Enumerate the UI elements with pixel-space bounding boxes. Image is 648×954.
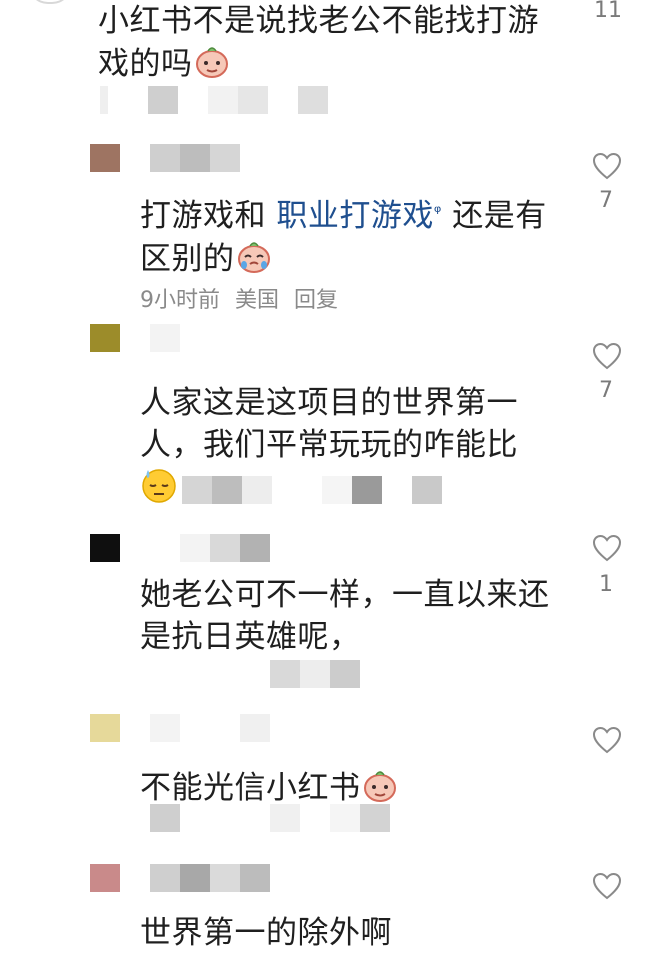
search-link[interactable]: 职业打游戏 bbox=[276, 198, 434, 234]
like-count: 7 bbox=[599, 188, 613, 213]
heart-outline-icon bbox=[592, 342, 622, 370]
heart-outline-icon bbox=[592, 872, 622, 900]
blurred-meta bbox=[270, 660, 360, 688]
avatar[interactable] bbox=[90, 714, 120, 742]
like-count: 1 bbox=[599, 572, 613, 597]
comment-text: 她老公可不一样，一直以来还是抗日英雄呢， bbox=[140, 574, 560, 658]
peach-face-emoji-icon bbox=[235, 237, 273, 275]
avatar[interactable] bbox=[90, 144, 120, 172]
comment-text: 不能光信小红书 bbox=[140, 766, 560, 809]
comment-text-content: 世界第一的除外啊 bbox=[140, 915, 392, 951]
avatar[interactable] bbox=[90, 324, 120, 352]
username[interactable] bbox=[150, 864, 270, 892]
peach-face-emoji-icon bbox=[193, 42, 231, 80]
avatar[interactable] bbox=[90, 534, 120, 562]
comment-meta: 9小时前 美国 回复 bbox=[140, 282, 338, 314]
comment-text-prefix: 打游戏和 bbox=[140, 198, 277, 234]
comment-text-content: 不能光信小红书 bbox=[140, 770, 361, 806]
like-button[interactable] bbox=[592, 726, 622, 754]
comment-location: 美国 bbox=[235, 288, 280, 313]
blurred-meta bbox=[150, 804, 390, 832]
comment-item: 不能光信小红书 bbox=[0, 712, 648, 842]
like-count: 11 bbox=[594, 0, 622, 23]
comment-item: 人家这是这项目的世界第一人，我们平常玩玩的咋能比 7 bbox=[0, 322, 648, 522]
comment-item: 小红书不是说找老公不能找打游戏的吗 11 bbox=[0, 0, 648, 130]
blurred-meta bbox=[182, 476, 442, 504]
comment-item: 她老公可不一样，一直以来还是抗日英雄呢， 1 bbox=[0, 532, 648, 692]
like-button[interactable] bbox=[592, 152, 622, 180]
like-button[interactable] bbox=[592, 872, 622, 900]
peach-face-emoji-icon bbox=[361, 766, 399, 804]
like-button[interactable] bbox=[592, 534, 622, 562]
avatar[interactable] bbox=[28, 0, 72, 4]
comment-item: 世界第一的除外啊 bbox=[0, 862, 648, 953]
sweat-face-emoji-icon bbox=[140, 466, 178, 504]
username[interactable] bbox=[150, 324, 180, 352]
heart-outline-icon bbox=[592, 534, 622, 562]
comment-text-content: 人家这是这项目的世界第一人，我们平常玩玩的咋能比 bbox=[140, 385, 518, 463]
comment-text: 小红书不是说找老公不能找打游戏的吗 bbox=[98, 0, 558, 85]
username[interactable] bbox=[150, 714, 270, 742]
blurred-meta bbox=[100, 86, 328, 114]
avatar[interactable] bbox=[90, 864, 120, 892]
comment-text-content: 小红书不是说找老公不能找打游戏的吗 bbox=[98, 3, 539, 82]
heart-outline-icon bbox=[592, 152, 622, 180]
like-count: 7 bbox=[599, 378, 613, 403]
username[interactable] bbox=[150, 144, 240, 172]
heart-outline-icon bbox=[592, 726, 622, 754]
reply-button[interactable]: 回复 bbox=[294, 288, 338, 313]
like-button[interactable] bbox=[592, 342, 622, 370]
comment-time: 9小时前 bbox=[140, 288, 220, 313]
search-icon: ᵠ bbox=[433, 202, 442, 223]
comment-text: 打游戏和 职业打游戏ᵠ 还是有区别的 bbox=[140, 192, 560, 280]
comment-text: 世界第一的除外啊 bbox=[140, 912, 560, 954]
comment-text-content: 她老公可不一样，一直以来还是抗日英雄呢， bbox=[140, 577, 550, 655]
username[interactable] bbox=[180, 534, 270, 562]
comment-item: 打游戏和 职业打游戏ᵠ 还是有区别的 9小时前 美国 回复 7 bbox=[0, 140, 648, 320]
